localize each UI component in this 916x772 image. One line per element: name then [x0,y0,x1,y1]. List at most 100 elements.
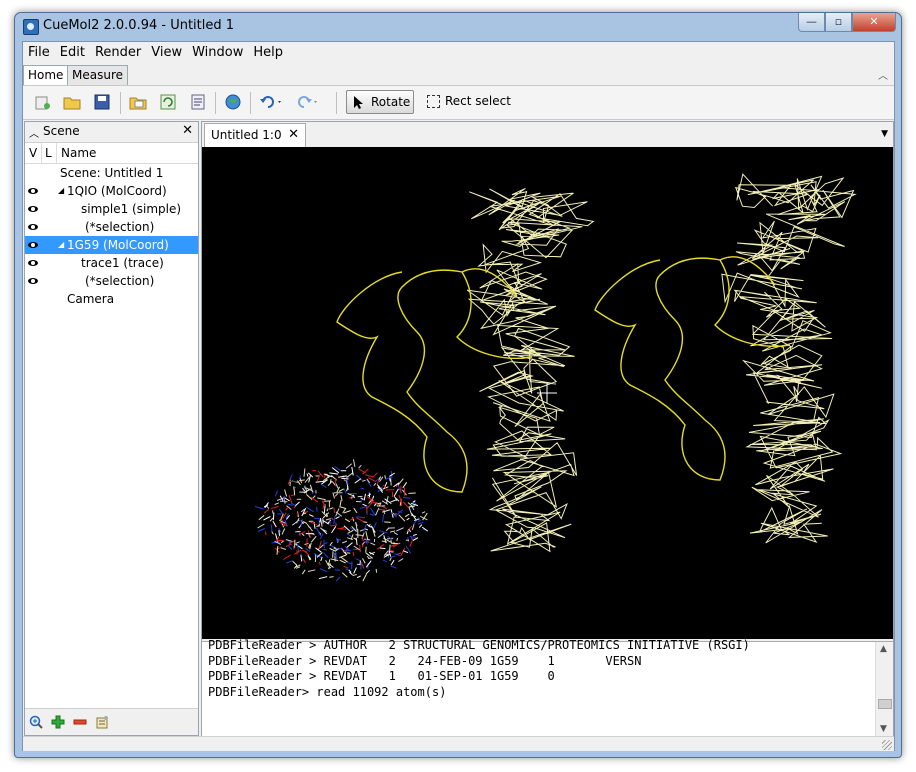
atom-bond [375,568,378,573]
atom-bond [360,487,364,490]
tree-item[interactable]: ◢ 1QIO (MolCoord) [25,182,198,200]
atom-bond [294,501,300,507]
console-line: PDBFileReader > REVDAT 2 24-FEB-09 1G59 … [208,653,642,668]
reload-icon[interactable] [159,93,177,111]
column-locked[interactable]: L [45,146,52,160]
eye-icon[interactable] [28,278,38,284]
atom-bond [316,474,321,482]
tree-item[interactable]: simple1 (simple) [25,200,198,218]
atom-bond [409,538,414,547]
rect-select-button[interactable]: Rect select [425,90,517,114]
menu-window[interactable]: Window [187,45,248,60]
atom-bond [351,466,354,476]
menu-file[interactable]: File [23,45,55,60]
atom-bond [310,535,317,543]
atom-bond [375,507,380,516]
tree-item[interactable]: Scene: Untitled 1 [25,164,198,182]
resize-grip[interactable] [882,740,892,750]
open-icon[interactable] [63,93,81,111]
atom-bond [367,477,376,483]
atom-bond [282,554,291,560]
log-console[interactable]: PDBFileReader > AUTHOR 2 STRUCTURAL GENO… [202,638,893,736]
atom-bond [391,555,396,558]
properties-icon[interactable] [95,715,109,729]
maximize-icon[interactable]: ▫ [825,13,852,32]
atom-bond [346,552,351,554]
menu-edit[interactable]: Edit [55,45,90,60]
column-visible[interactable]: V [29,146,37,160]
atom-bond [362,479,366,482]
menu-view[interactable]: View [146,45,187,60]
tab-home[interactable]: Home [23,65,69,85]
atom-bond [402,482,408,489]
close-icon[interactable]: ✕ [182,123,193,138]
atom-bond [360,497,364,500]
tree-item[interactable]: ◢ 1G59 (MolCoord) [25,236,198,254]
atom-bond [320,518,323,527]
atom-bond [330,517,334,521]
chevron-down-icon[interactable]: ▼ [880,724,887,734]
atom-bond [349,497,353,500]
eye-icon[interactable] [28,224,38,230]
close-icon[interactable]: ✕ [288,127,299,142]
atom-bond [284,497,290,502]
atom-bond [343,525,351,532]
atom-bond [257,528,265,532]
atom-bond [278,530,280,536]
save-icon[interactable] [93,93,111,111]
atom-bond [346,486,349,492]
atom-bond [272,520,277,528]
title-bar[interactable]: CueMol2 2.0.0.94 - Untitled 1 — ▫ ✕ [15,13,901,41]
chevron-up-icon[interactable]: ▲ [880,644,887,654]
atom-bond [356,517,364,523]
menu-help[interactable]: Help [248,45,288,60]
redo-icon[interactable] [295,93,321,111]
chevron-down-icon[interactable]: ▼ [881,129,888,139]
atom-bond [308,520,317,526]
properties-icon[interactable] [189,93,207,111]
console-line: PDBFileReader > REVDAT 1 01-SEP-01 1G59 … [208,669,555,683]
eye-icon[interactable] [28,242,38,248]
add-icon[interactable] [51,715,65,729]
atom-bond [358,464,362,469]
undo-icon[interactable] [259,93,285,111]
tree-item-label: trace1 (trace) [81,256,164,270]
expander-icon[interactable]: ◢ [58,236,64,254]
column-name[interactable]: Name [61,146,96,160]
atom-bond [329,547,336,552]
tree-item[interactable]: (*selection) [25,218,198,236]
zoom-icon[interactable] [29,715,43,729]
atom-bond [343,565,349,569]
atom-bond [362,558,366,564]
scene-panel-title: Scene [43,124,80,138]
atom-bond [339,554,347,559]
console-scrollbar[interactable]: ▲ ▼ [875,642,893,736]
atom-bond [295,566,301,569]
tree-item[interactable]: Camera [25,290,198,308]
tree-item[interactable]: trace1 (trace) [25,254,198,272]
remove-icon[interactable] [73,715,87,729]
close-icon[interactable]: ✕ [852,13,896,32]
tab-untitled[interactable]: Untitled 1:0 ✕ [204,123,306,147]
tab-measure[interactable]: Measure [67,65,128,85]
globe-icon[interactable] [224,93,242,111]
collapse-icon[interactable]: ︿ [29,125,39,140]
rotate-button[interactable]: Rotate [346,90,414,114]
minimize-icon[interactable]: — [798,13,825,32]
eye-icon[interactable] [28,188,38,194]
molecule-canvas[interactable] [202,147,893,639]
molecule-viewport[interactable] [202,147,893,639]
eye-icon[interactable] [28,206,38,212]
atom-bond [418,524,423,528]
atom-bond [353,507,358,514]
scroll-thumb[interactable] [878,699,892,709]
ribbon-collapse-icon[interactable]: ︿ [878,67,888,82]
atom-bond [254,506,264,510]
atom-bond [363,524,367,532]
eye-icon[interactable] [28,260,38,266]
tree-item[interactable]: (*selection) [25,272,198,290]
menu-render[interactable]: Render [90,45,146,60]
open-file-icon[interactable] [129,93,147,111]
expander-icon[interactable]: ◢ [58,182,64,200]
new-icon[interactable] [33,93,51,111]
